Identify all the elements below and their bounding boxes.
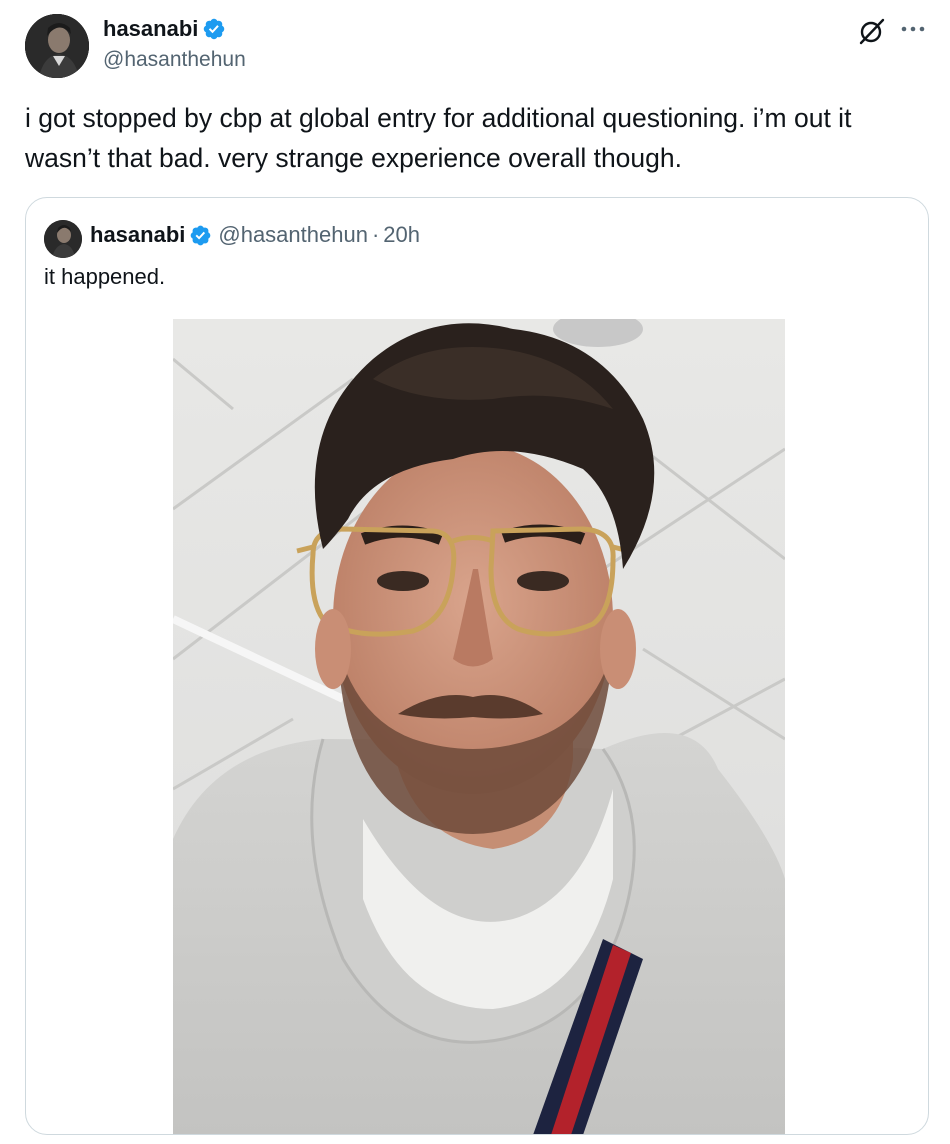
avatar-image	[25, 14, 89, 78]
quoted-author-avatar[interactable]	[44, 220, 82, 258]
quoted-timestamp[interactable]: 20h	[383, 222, 420, 248]
quoted-display-name[interactable]: hasanabi	[90, 222, 185, 248]
author-name-row: hasanabi	[103, 16, 226, 42]
author-handle[interactable]: @hasanthehun	[103, 48, 246, 72]
grok-icon[interactable]	[857, 16, 887, 46]
verified-badge-icon	[204, 18, 225, 40]
quoted-media-photo[interactable]	[173, 319, 785, 1134]
tweet-text: i got stopped by cbp at global entry for…	[25, 103, 852, 173]
author-avatar[interactable]	[25, 14, 89, 78]
quoted-header: hasanabi @hasanthehun · 20h	[90, 222, 420, 248]
quoted-separator: ·	[371, 222, 380, 247]
quoted-handle[interactable]: @hasanthehun	[218, 222, 368, 248]
tweet: hasanabi @hasanthehun i got stopped by c…	[0, 0, 950, 1144]
more-options-icon[interactable]	[898, 19, 928, 39]
selfie-photo-image	[173, 319, 785, 1134]
quoted-tweet-card[interactable]: hasanabi @hasanthehun · 20h it happened.	[25, 197, 929, 1135]
quoted-avatar-image	[44, 220, 82, 258]
quoted-tweet-text: it happened.	[44, 264, 166, 289]
author-display-name[interactable]: hasanabi	[103, 16, 198, 42]
quoted-verified-badge-icon	[191, 225, 211, 245]
